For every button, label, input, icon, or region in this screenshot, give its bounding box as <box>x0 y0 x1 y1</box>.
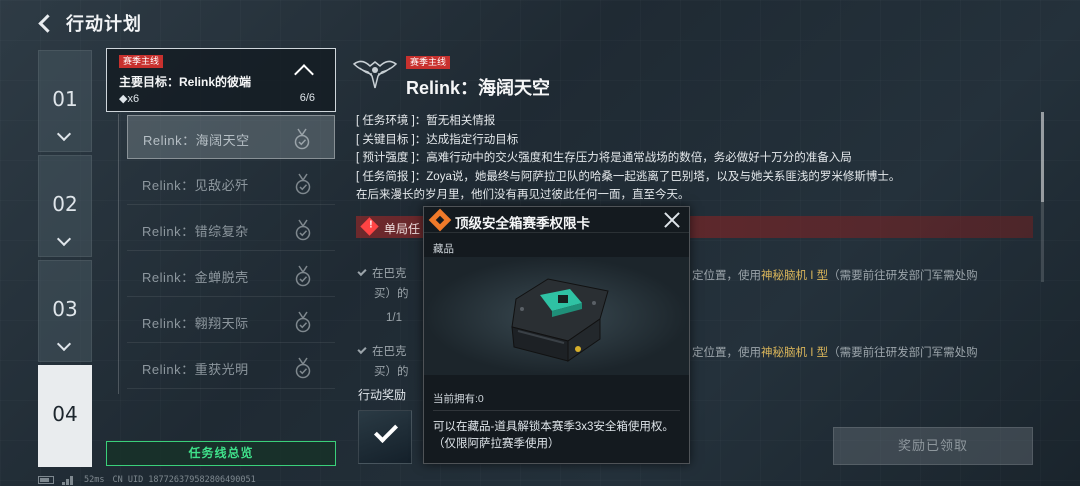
task-description: [ 任务环境 ]：暂无相关情报 [ 关键目标 ]：达成指定行动目标 [ 预计强度… <box>356 112 1036 205</box>
medal-check-icon <box>294 128 310 150</box>
reward-claimed-button[interactable]: 奖励已领取 <box>833 427 1033 465</box>
popup-header: 顶级安全箱赛季权限卡 <box>424 207 689 233</box>
reward-label: 行动奖励 <box>358 388 407 402</box>
back-arrow-icon[interactable] <box>36 13 56 33</box>
task-item[interactable]: Relink：见敌必歼 <box>127 161 335 205</box>
objective-2-detail: 定位置，使用神秘脑机 I 型（需要前往研发部门军需处购 <box>692 344 978 360</box>
uid-text: CN UID 18772637958280649005​1 <box>112 475 256 485</box>
stage-tab-04[interactable]: 04 <box>38 365 92 467</box>
item-popup: 顶级安全箱赛季权限卡 藏品 当前拥有:0 可以在藏品-道具解锁本赛季3x3安全箱… <box>423 206 690 464</box>
stage-tab-01[interactable]: 01 <box>38 50 92 152</box>
stage-number: 04 <box>52 402 78 426</box>
check-icon <box>357 266 367 277</box>
scrollbar-thumb[interactable] <box>1041 112 1044 202</box>
task-intensity: [ 预计强度 ]：高难行动中的交火强度和生存压力将是通常战场的数倍，务必做好十万… <box>356 152 852 164</box>
chevron-down-icon <box>56 126 72 142</box>
objective-detail-text: 定位置，使用 <box>692 270 761 282</box>
page-header: 行动计划 <box>36 10 142 36</box>
task-group-header[interactable]: 赛季主线 主要目标：Relink的彼端 ◆x6 6/6 <box>106 48 336 112</box>
task-title: Relink：海阔天空 <box>406 78 551 98</box>
alert-text: 单局任 <box>384 222 421 236</box>
chevron-down-icon <box>56 336 72 352</box>
medal-check-icon <box>295 357 311 379</box>
stage-number: 01 <box>52 87 78 111</box>
medal-check-icon <box>295 173 311 195</box>
claimed-check-icon <box>373 418 399 444</box>
task-item[interactable]: Relink：金蝉脱壳 <box>127 253 335 297</box>
stage-tab-03[interactable]: 03 <box>38 260 92 362</box>
check-icon <box>357 344 367 355</box>
task-label: Relink：海阔天空 <box>143 133 250 148</box>
status-footer: 52ms CN UID 18772637958280649005​1 <box>38 474 256 486</box>
task-item[interactable]: Relink：重获光明 <box>127 345 335 389</box>
task-line-overview-button[interactable]: 任务线总览 <box>106 441 336 466</box>
chevron-down-icon <box>56 231 72 247</box>
objective-progress: 1/1 <box>386 312 402 324</box>
task-label: Relink：金蝉脱壳 <box>142 270 249 285</box>
task-item[interactable]: Relink：翱翔天际 <box>127 299 335 343</box>
objective-text: 在巴克 <box>372 346 407 358</box>
divider <box>433 410 680 411</box>
item-description: 可以在藏品-道具解锁本赛季3x3安全箱使用权。（仅限阿萨拉赛季使用） <box>433 421 674 450</box>
task-label: Relink：翱翔天际 <box>142 316 249 331</box>
task-label: Relink：错综复杂 <box>142 224 249 239</box>
main-goal-label: 主要目标：Relink的彼端 <box>119 75 252 89</box>
medal-check-icon <box>295 311 311 333</box>
goal-progress: 6/6 <box>299 92 315 104</box>
task-key-goal: [ 关键目标 ]：达成指定行动目标 <box>356 133 519 146</box>
reward-item[interactable] <box>358 410 412 464</box>
highlight-item-link[interactable]: 神秘脑机 I 型 <box>761 270 828 282</box>
item-image <box>424 257 689 375</box>
highlight-item-link[interactable]: 神秘脑机 I 型 <box>761 347 828 359</box>
objective-detail-tail: （需要前往研发部门军需处购 <box>828 270 978 282</box>
item-rarity-icon <box>428 208 452 232</box>
signal-icon <box>62 475 76 485</box>
task-environment: [ 任务环境 ]：暂无相关情报 <box>356 115 496 127</box>
task-briefing-cont: 在后来漫长的岁月里，他们没有再见过彼此任何一面，直至今天。 <box>356 189 690 201</box>
stage-number: 02 <box>52 192 78 216</box>
safe-box-icon <box>511 278 609 362</box>
task-item[interactable]: Relink：海阔天空 <box>127 115 335 159</box>
objective-text: 在巴克 <box>372 268 407 280</box>
season-tag: 赛季主线 <box>119 55 164 68</box>
medal-check-icon <box>295 265 311 287</box>
eagle-emblem-icon <box>352 60 398 89</box>
close-icon[interactable] <box>663 211 681 229</box>
objective-detail-text: 定位置，使用 <box>692 347 761 359</box>
objective-text-line2: 买）的 <box>374 366 409 378</box>
objective-detail-tail: （需要前往研发部门军需处购 <box>828 347 978 359</box>
objective-1: 在巴克 买）的 1/1 <box>357 264 409 328</box>
task-tree-line <box>118 114 119 394</box>
stage-tab-02[interactable]: 02 <box>38 155 92 257</box>
scrollbar[interactable] <box>1041 112 1044 282</box>
goal-reward-count: ◆x6 <box>119 93 140 105</box>
warning-icon <box>360 217 379 236</box>
popup-title: 顶级安全箱赛季权限卡 <box>455 216 590 231</box>
item-category: 藏品 <box>433 243 454 255</box>
task-label: Relink：见敌必歼 <box>142 178 249 193</box>
task-briefing: [ 任务简报 ]：Zoya说，她最终与阿萨拉卫队的哈桑一起逃离了巴别塔，以及与她… <box>356 170 901 183</box>
latency-text: 52ms <box>84 475 105 485</box>
task-label: Relink：重获光明 <box>142 362 249 377</box>
medal-check-icon <box>295 219 311 241</box>
battery-icon <box>38 476 54 484</box>
task-item[interactable]: Relink：错综复杂 <box>127 207 335 251</box>
owned-count: 当前拥有:0 <box>433 393 484 405</box>
chevron-up-icon[interactable] <box>294 64 314 84</box>
objective-1-detail: 定位置，使用神秘脑机 I 型（需要前往研发部门军需处购 <box>692 267 978 283</box>
season-tag: 赛季主线 <box>406 56 451 69</box>
objective-2: 在巴克 买）的 <box>357 342 409 382</box>
objective-text-line2: 买）的 <box>374 288 409 300</box>
page-title: 行动计划 <box>66 14 142 34</box>
stage-number: 03 <box>52 297 78 321</box>
